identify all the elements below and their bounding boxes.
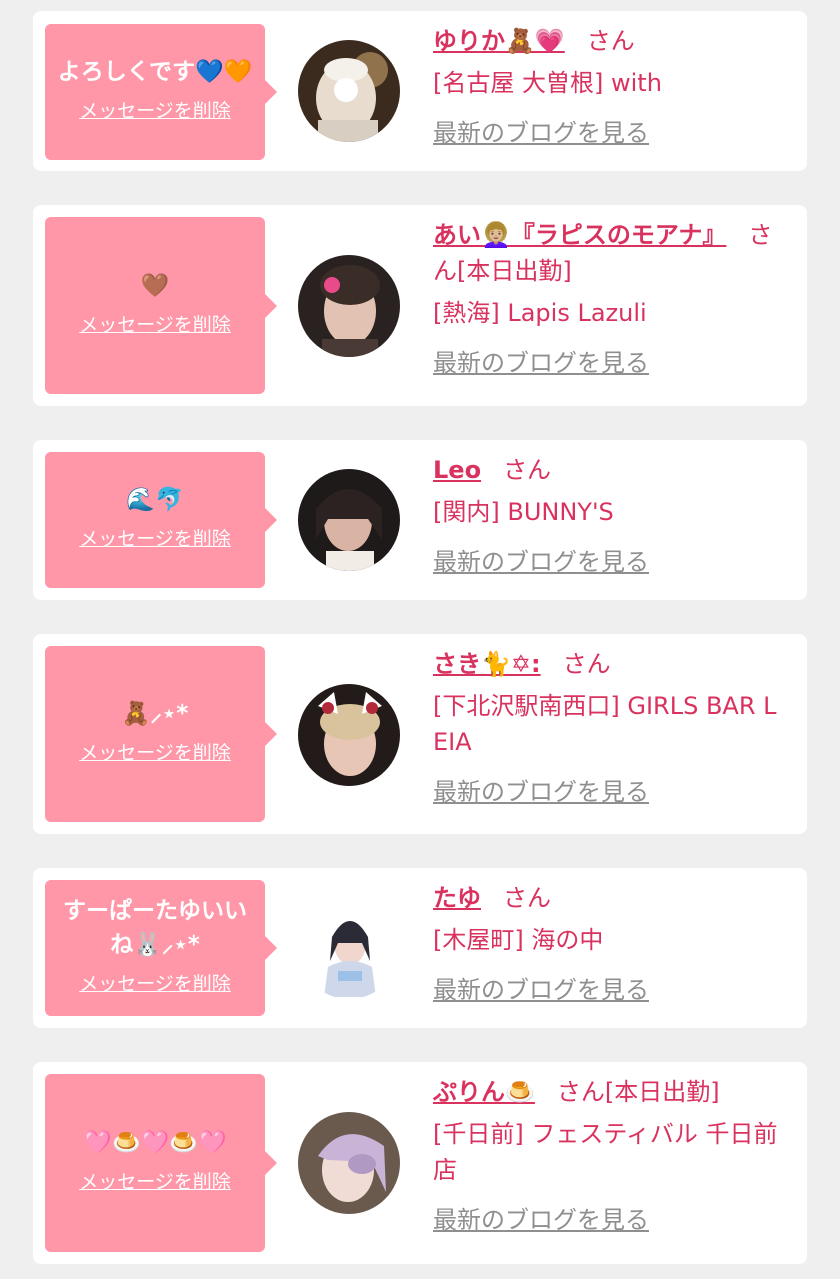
message-card: 🧸⸝⋆* メッセージを削除 さき🐈✡︎: さん [下北沢駅南西口] GIRLS B… <box>33 634 807 834</box>
message-card: よろしくです💙🧡 メッセージを削除 ゆりか🧸💗 さん [名古屋 大曽根] with… <box>33 11 807 171</box>
cast-info: Leo さん [関内] BUNNY'S 最新のブログを見る <box>433 452 788 580</box>
shop-name: [木屋町] 海の中 <box>433 926 604 954</box>
message-text: 🧸⸝⋆* <box>121 701 189 727</box>
delete-message-link[interactable]: メッセージを削除 <box>79 311 231 339</box>
latest-blog-link[interactable]: 最新のブログを見る <box>433 972 649 1008</box>
message-bubble: 🌊🐬 メッセージを削除 <box>45 452 277 588</box>
message-bubble: すーぱーたゆいいね🐰⸝⋆* メッセージを削除 <box>45 880 277 1016</box>
message-card: 🤎 メッセージを削除 あい👩🏼‍🦱『ラピスのモアナ』 さん[本日出勤] [熱海] … <box>33 205 807 406</box>
delete-message-link[interactable]: メッセージを削除 <box>79 525 231 553</box>
cast-name-link[interactable]: たゆ <box>433 884 481 912</box>
shop-name: [下北沢駅南西口] GIRLS BAR LEIA <box>433 692 777 756</box>
cast-name-link[interactable]: さき🐈✡︎: <box>433 650 541 678</box>
avatar[interactable] <box>298 897 400 999</box>
message-bubble: 🤎 メッセージを削除 <box>45 217 277 394</box>
honorific: さん <box>503 884 551 912</box>
cast-name-link[interactable]: ぷりん🍮 <box>433 1078 535 1106</box>
cast-info: あい👩🏼‍🦱『ラピスのモアナ』 さん[本日出勤] [熱海] Lapis Lazul… <box>433 217 788 381</box>
cast-name-line: Leo さん <box>433 452 788 488</box>
message-text: すーぱーたゆいいね🐰⸝⋆* <box>63 898 247 958</box>
honorific: さん <box>556 1078 605 1106</box>
avatar[interactable] <box>298 40 400 142</box>
cast-info: ゆりか🧸💗 さん [名古屋 大曽根] with 最新のブログを見る <box>433 23 788 151</box>
message-card: すーぱーたゆいいね🐰⸝⋆* メッセージを削除 たゆ さん [木屋町] 海の中 最新… <box>33 868 807 1028</box>
message-bubble: 🩷🍮🩷🍮🩷 メッセージを削除 <box>45 1074 277 1252</box>
cast-name-line: たゆ さん <box>433 880 788 916</box>
honorific: さん <box>562 650 611 678</box>
delete-message-link[interactable]: メッセージを削除 <box>79 739 231 767</box>
avatar[interactable] <box>298 1112 400 1214</box>
cast-name-line: ゆりか🧸💗 さん <box>433 23 788 59</box>
shop-name: [熱海] Lapis Lazuli <box>433 299 647 327</box>
shop-name: [名古屋 大曽根] with <box>433 69 662 97</box>
favorite-message-list: よろしくです💙🧡 メッセージを削除 ゆりか🧸💗 さん [名古屋 大曽根] with… <box>0 0 840 1279</box>
latest-blog-link[interactable]: 最新のブログを見る <box>433 345 649 381</box>
delete-message-link[interactable]: メッセージを削除 <box>79 970 231 998</box>
message-text: 🩷🍮🩷🍮🩷 <box>83 1130 227 1156</box>
shop-name: [関内] BUNNY'S <box>433 498 614 526</box>
cast-name-link[interactable]: あい👩🏼‍🦱『ラピスのモアナ』 <box>433 221 726 249</box>
message-bubble: よろしくです💙🧡 メッセージを削除 <box>45 24 277 160</box>
latest-blog-link[interactable]: 最新のブログを見る <box>433 115 649 151</box>
message-text: 🤎 <box>140 272 170 299</box>
avatar[interactable] <box>298 255 400 357</box>
cast-info: さき🐈✡︎: さん [下北沢駅南西口] GIRLS BAR LEIA 最新のブログ… <box>433 646 788 810</box>
latest-blog-link[interactable]: 最新のブログを見る <box>433 1202 649 1238</box>
latest-blog-link[interactable]: 最新のブログを見る <box>433 774 649 810</box>
cast-name-line: あい👩🏼‍🦱『ラピスのモアナ』 さん[本日出勤] <box>433 217 788 289</box>
message-text: よろしくです💙🧡 <box>57 59 253 85</box>
honorific: さん <box>586 27 635 55</box>
shop-name: [千日前] フェスティバル 千日前店 <box>433 1120 778 1184</box>
cast-status: [本日出勤] <box>604 1078 720 1106</box>
cast-info: ぷりん🍮 さん[本日出勤] [千日前] フェスティバル 千日前店 最新のブログを見… <box>433 1074 788 1238</box>
honorific: さん <box>503 456 552 484</box>
cast-name-link[interactable]: Leo <box>433 456 481 484</box>
message-card: 🩷🍮🩷🍮🩷 メッセージを削除 ぷりん🍮 さん[本日出勤] [千日前] フェスティバ… <box>33 1062 807 1264</box>
delete-message-link[interactable]: メッセージを削除 <box>79 97 231 125</box>
avatar[interactable] <box>298 684 400 786</box>
cast-name-link[interactable]: ゆりか🧸💗 <box>433 27 565 55</box>
delete-message-link[interactable]: メッセージを削除 <box>79 1168 231 1196</box>
cast-info: たゆ さん [木屋町] 海の中 最新のブログを見る <box>433 880 788 1008</box>
message-bubble: 🧸⸝⋆* メッセージを削除 <box>45 646 277 822</box>
avatar[interactable] <box>298 469 400 571</box>
message-text: 🌊🐬 <box>126 487 184 513</box>
cast-name-line: さき🐈✡︎: さん <box>433 646 788 682</box>
cast-status: [本日出勤] <box>457 257 572 285</box>
message-card: 🌊🐬 メッセージを削除 Leo さん [関内] BUNNY'S 最新のブログを見る <box>33 440 807 600</box>
cast-name-line: ぷりん🍮 さん[本日出勤] <box>433 1074 788 1110</box>
latest-blog-link[interactable]: 最新のブログを見る <box>433 544 649 580</box>
